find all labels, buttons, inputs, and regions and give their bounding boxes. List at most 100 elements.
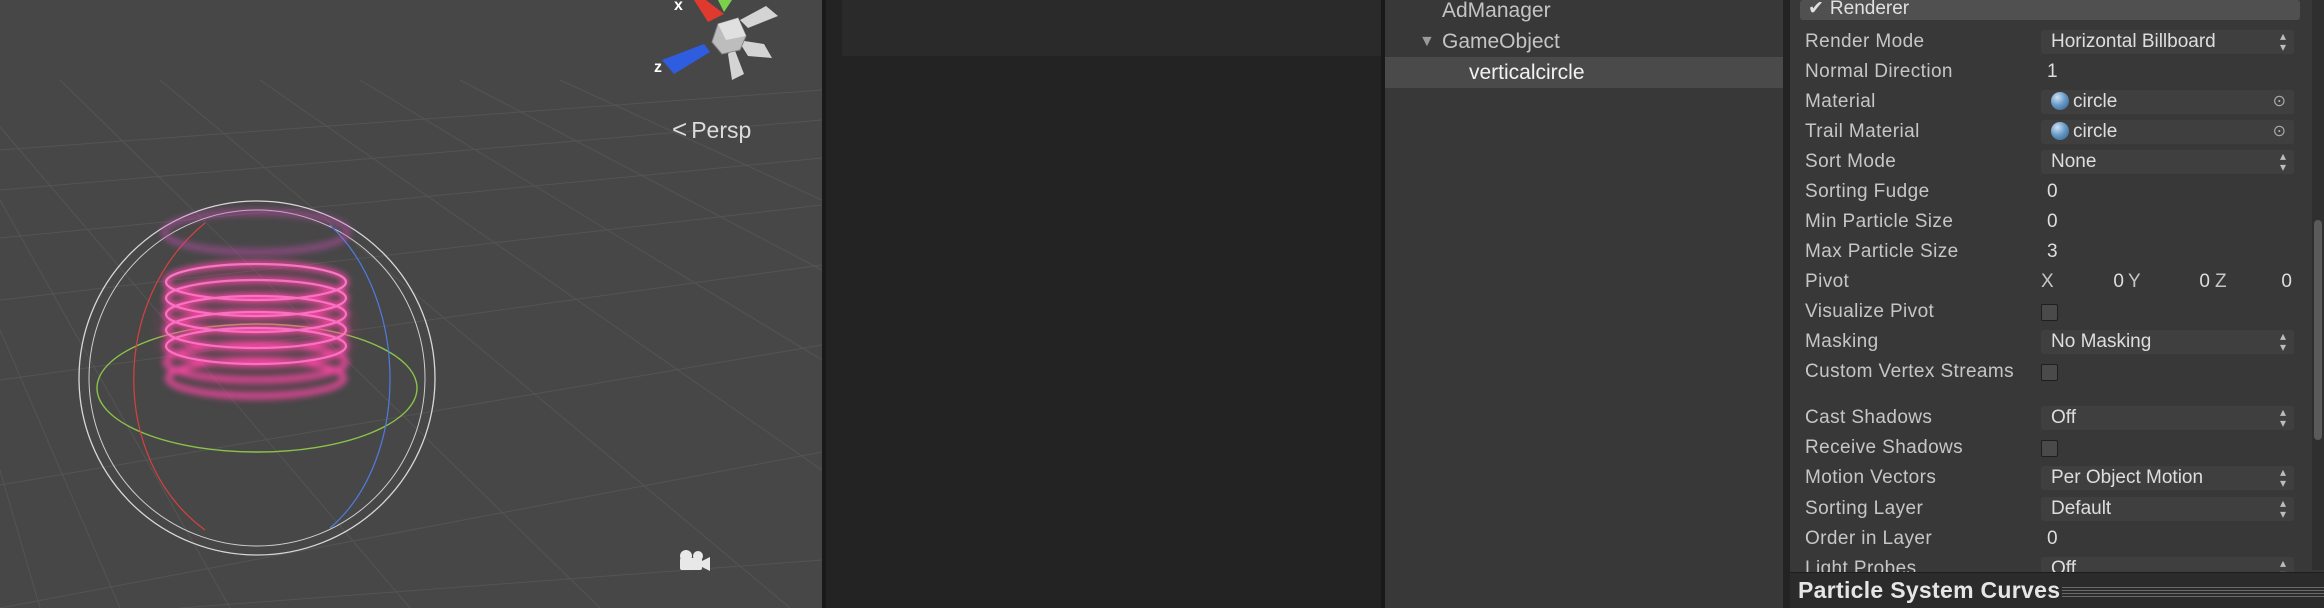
hierarchy-item-admanager[interactable]: AdManager xyxy=(1385,0,1783,26)
motion-vectors-value: Per Object Motion xyxy=(2051,467,2204,488)
visualize-pivot-row: Visualize Pivot xyxy=(1790,297,2302,327)
custom-vertex-streams-row: Custom Vertex Streams xyxy=(1790,357,2302,387)
material-label: Material xyxy=(1805,91,1876,112)
material-field[interactable]: circle ⊙ xyxy=(2041,90,2294,114)
receive-shadows-row: Receive Shadows xyxy=(1790,433,2302,463)
sorting-layer-value: Default xyxy=(2051,498,2112,519)
gizmo-z-label: z xyxy=(654,59,662,76)
inspector-panel: ✔ Renderer Render Mode Horizontal Billboa… xyxy=(1790,0,2324,608)
pivot-y-field[interactable]: 0 xyxy=(2146,270,2210,294)
particle-system-curves-header[interactable]: Particle System Curves xyxy=(1790,572,2324,608)
min-particle-size-field[interactable]: 0 xyxy=(2041,210,2294,234)
checkmark-icon[interactable]: ✔ xyxy=(1808,0,1824,19)
receive-shadows-checkbox[interactable] xyxy=(2041,440,2058,457)
normal-direction-field[interactable]: 1 xyxy=(2041,60,2294,84)
sorting-fudge-field[interactable]: 0 xyxy=(2041,180,2294,204)
curves-title: Particle System Curves xyxy=(1798,577,2061,603)
render-mode-row: Render Mode Horizontal Billboard ▴ ▾ xyxy=(1790,27,2302,57)
inspector-scrollbar-thumb[interactable] xyxy=(2314,220,2322,440)
custom-vertex-streams-checkbox[interactable] xyxy=(2041,364,2058,381)
hierarchy-item-label: GameObject xyxy=(1442,30,1560,53)
perspective-icon: < xyxy=(672,114,688,144)
order-in-layer-row: Order in Layer 0 xyxy=(1790,524,2302,554)
object-picker-icon[interactable]: ⊙ xyxy=(2273,90,2286,114)
material-sphere-icon xyxy=(2051,122,2069,140)
pivot-label: Pivot xyxy=(1805,271,1850,292)
projection-toggle[interactable]: < Persp xyxy=(672,114,751,145)
render-mode-value: Horizontal Billboard xyxy=(2051,31,2216,52)
receive-shadows-label: Receive Shadows xyxy=(1805,437,1964,458)
panel-divider[interactable] xyxy=(1783,0,1790,608)
pivot-z-label[interactable]: Z xyxy=(2215,267,2227,297)
visualize-pivot-label: Visualize Pivot xyxy=(1805,301,1935,322)
custom-vertex-streams-label: Custom Vertex Streams xyxy=(1805,361,2015,382)
projection-label: Persp xyxy=(691,117,752,143)
game-view[interactable] xyxy=(826,0,1381,608)
dropdown-arrows-icon: ▴▾ xyxy=(2279,329,2286,354)
material-sphere-icon xyxy=(2051,92,2069,110)
order-in-layer-label: Order in Layer xyxy=(1805,528,1933,549)
order-in-layer-field[interactable]: 0 xyxy=(2041,527,2294,551)
pivot-z-field[interactable]: 0 xyxy=(2234,270,2292,294)
sorting-fudge-label: Sorting Fudge xyxy=(1805,181,1930,202)
pivot-y-label[interactable]: Y xyxy=(2128,267,2141,297)
cast-shadows-dropdown[interactable]: Off ▴ ▾ xyxy=(2041,406,2294,430)
pivot-x-label[interactable]: X xyxy=(2041,267,2054,297)
masking-value: No Masking xyxy=(2051,331,2152,352)
visualize-pivot-checkbox[interactable] xyxy=(2041,304,2058,321)
trail-material-field[interactable]: circle ⊙ xyxy=(2041,120,2294,144)
camera-icon xyxy=(676,548,712,581)
game-view-toolbar xyxy=(842,0,1381,56)
pivot-x-field[interactable]: 0 xyxy=(2060,270,2124,294)
dropdown-arrows-icon: ▴▾ xyxy=(2279,149,2286,174)
motion-vectors-dropdown[interactable]: Per Object Motion ▴ ▾ xyxy=(2041,466,2294,490)
masking-dropdown[interactable]: No Masking ▴ ▾ xyxy=(2041,330,2294,354)
material-row: Material circle ⊙ xyxy=(1790,87,2302,117)
material-value: circle xyxy=(2073,91,2118,112)
render-mode-dropdown[interactable]: Horizontal Billboard ▴ ▾ xyxy=(2041,30,2294,54)
resize-grip-icon[interactable] xyxy=(2062,587,2324,597)
renderer-section-header[interactable]: ✔ Renderer xyxy=(1800,0,2300,20)
expand-arrow-icon[interactable]: ▼ xyxy=(1419,26,1435,57)
sort-mode-value: None xyxy=(2051,151,2097,172)
sorting-layer-label: Sorting Layer xyxy=(1805,498,1924,519)
min-particle-size-row: Min Particle Size 0 xyxy=(1790,207,2302,237)
object-picker-icon[interactable]: ⊙ xyxy=(2273,120,2286,144)
hierarchy-panel: AdManager ▼ GameObject verticalcircle xyxy=(1385,0,1783,608)
hierarchy-item-gameobject[interactable]: ▼ GameObject xyxy=(1385,26,1783,57)
sort-mode-row: Sort Mode None ▴ ▾ xyxy=(1790,147,2302,177)
max-particle-size-field[interactable]: 3 xyxy=(2041,240,2294,264)
normal-direction-row: Normal Direction 1 xyxy=(1790,57,2302,87)
masking-label: Masking xyxy=(1805,331,1879,352)
motion-vectors-row: Motion Vectors Per Object Motion ▴ ▾ xyxy=(1790,463,2302,493)
min-particle-size-label: Min Particle Size xyxy=(1805,211,1954,232)
sorting-layer-row: Sorting Layer Default ▴ ▾ xyxy=(1790,494,2302,524)
sort-mode-label: Sort Mode xyxy=(1805,151,1897,172)
orientation-gizmo[interactable]: x z xyxy=(648,0,794,96)
trail-material-row: Trail Material circle ⊙ xyxy=(1790,117,2302,147)
trail-material-label: Trail Material xyxy=(1805,121,1920,142)
render-mode-label: Render Mode xyxy=(1805,31,1925,52)
dropdown-arrows-icon: ▴▾ xyxy=(2279,465,2286,490)
trail-material-value: circle xyxy=(2073,121,2118,142)
section-title: Renderer xyxy=(1829,0,1910,19)
dropdown-arrows-icon: ▴▾ xyxy=(2279,405,2286,430)
dropdown-arrows-icon: ▴▾ xyxy=(2279,496,2286,521)
motion-vectors-label: Motion Vectors xyxy=(1805,467,1937,488)
sort-mode-dropdown[interactable]: None ▴ ▾ xyxy=(2041,150,2294,174)
masking-row: Masking No Masking ▴ ▾ xyxy=(1790,327,2302,357)
sorting-layer-dropdown[interactable]: Default ▴ ▾ xyxy=(2041,497,2294,521)
hierarchy-item-verticalcircle[interactable]: verticalcircle xyxy=(1385,57,1783,88)
hierarchy-item-label: verticalcircle xyxy=(1469,61,1585,84)
max-particle-size-row: Max Particle Size 3 xyxy=(1790,237,2302,267)
max-particle-size-label: Max Particle Size xyxy=(1805,241,1959,262)
cast-shadows-value: Off xyxy=(2051,407,2076,428)
pivot-row: Pivot X 0 Y 0 Z 0 xyxy=(1790,267,2302,297)
gizmo-x-label: x xyxy=(674,0,683,14)
cast-shadows-label: Cast Shadows xyxy=(1805,407,1933,428)
normal-direction-label: Normal Direction xyxy=(1805,61,1953,82)
cast-shadows-row: Cast Shadows Off ▴ ▾ xyxy=(1790,403,2302,433)
sorting-fudge-row: Sorting Fudge 0 xyxy=(1790,177,2302,207)
scene-view[interactable]: x z < Persp xyxy=(0,0,822,608)
hierarchy-item-label: AdManager xyxy=(1442,0,1551,22)
